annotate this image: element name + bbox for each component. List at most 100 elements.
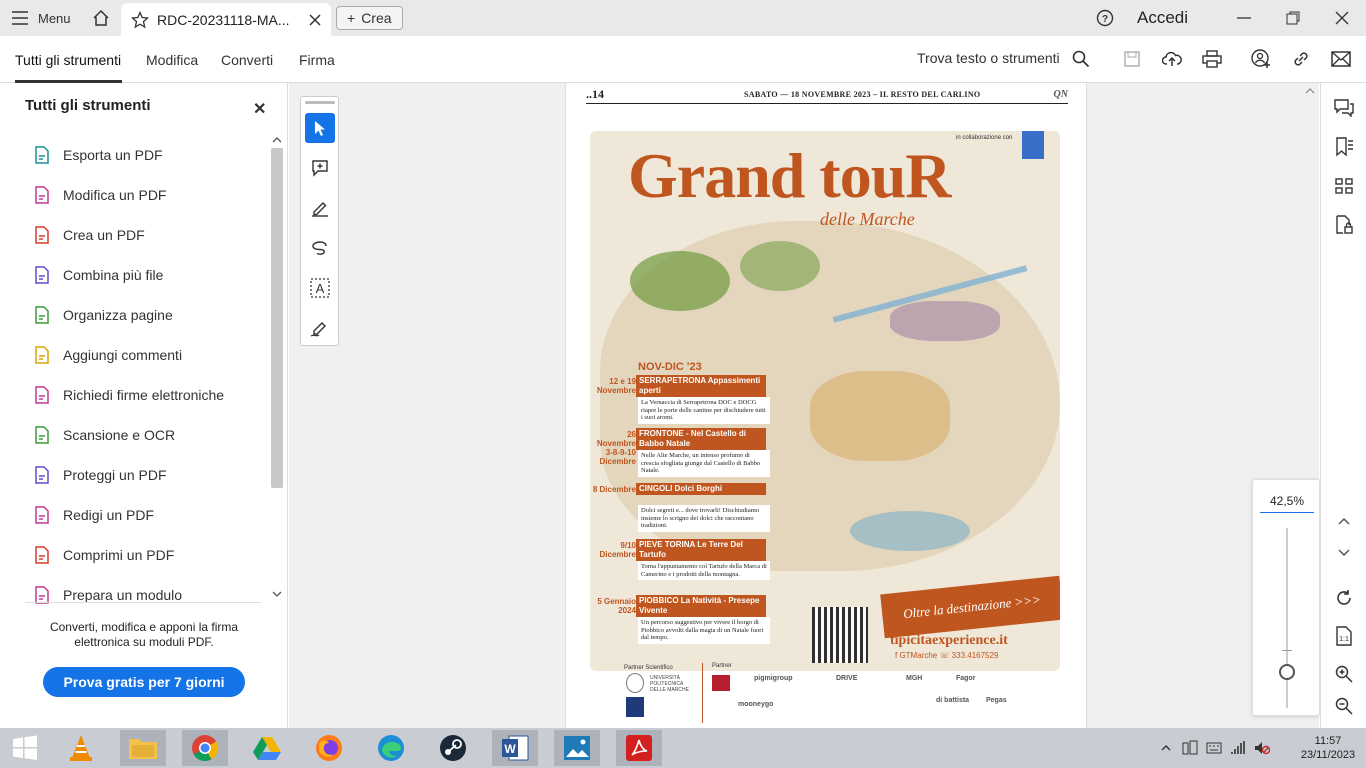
menu-button[interactable]: Menu — [0, 0, 83, 36]
acrobat-app[interactable] — [616, 730, 662, 766]
firefox-app[interactable] — [306, 730, 352, 766]
scrollbar-thumb[interactable] — [271, 148, 283, 488]
document-tab[interactable]: RDC-20231118-MA... — [121, 3, 331, 36]
tool-item[interactable]: Richiedi firme elettroniche — [25, 375, 265, 415]
star-icon[interactable] — [131, 10, 149, 29]
tab-convert[interactable]: Converti — [221, 52, 273, 68]
save-button[interactable] — [1121, 48, 1143, 70]
scroll-up-icon[interactable] — [1304, 86, 1316, 96]
link-icon — [1294, 52, 1308, 66]
zoom-slider-tick — [1282, 650, 1292, 651]
find-label[interactable]: Trova testo o strumenti — [917, 50, 1060, 66]
tool-item-label: Esporta un PDF — [63, 147, 163, 163]
add-user-icon — [1251, 49, 1270, 68]
thumbnails-panel-button[interactable] — [1333, 175, 1355, 197]
protect-pdf-icon — [33, 466, 51, 484]
scroll-up-icon[interactable] — [270, 135, 284, 145]
start-button[interactable] — [2, 730, 48, 766]
help-icon: ? — [1096, 9, 1114, 27]
tool-item[interactable]: Comprimi un PDF — [25, 535, 265, 575]
upload-button[interactable] — [1161, 48, 1183, 70]
help-button[interactable]: ? — [1096, 9, 1114, 32]
tray-volume-icon[interactable] — [1254, 740, 1270, 756]
partner-logo — [1022, 131, 1044, 159]
restore-button[interactable] — [1270, 0, 1316, 36]
file-lock-icon — [1336, 215, 1353, 234]
zoom-value[interactable]: 42,5% — [1260, 489, 1314, 513]
word-app[interactable]: W — [492, 730, 538, 766]
tab-edit[interactable]: Modifica — [146, 52, 198, 68]
minimize-button[interactable] — [1221, 0, 1267, 36]
close-tab-icon[interactable] — [309, 13, 321, 26]
email-button[interactable] — [1330, 48, 1352, 70]
event-date: 9/10 Dicembre — [599, 541, 636, 559]
tab-all-tools[interactable]: Tutti gli strumenti — [15, 52, 121, 68]
cursor-icon — [315, 121, 325, 136]
zoom-in-button[interactable] — [1333, 663, 1355, 685]
tool-item[interactable]: Modifica un PDF — [25, 175, 265, 215]
tray-expand-button[interactable] — [1158, 740, 1174, 756]
login-button[interactable]: Accedi — [1137, 8, 1188, 28]
sign-tool[interactable] — [305, 313, 335, 343]
file-explorer-app[interactable] — [120, 730, 166, 766]
share-button[interactable] — [1250, 48, 1272, 70]
tool-item[interactable]: Organizza pagine — [25, 295, 265, 335]
link-button[interactable] — [1290, 48, 1312, 70]
close-panel-button[interactable]: ✕ — [253, 99, 266, 119]
attachments-panel-button[interactable] — [1333, 214, 1355, 236]
free-trial-button[interactable]: Prova gratis per 7 giorni — [43, 667, 245, 697]
add-comment-tool[interactable] — [305, 153, 335, 183]
photos-app[interactable] — [554, 730, 600, 766]
tool-item-label: Proteggi un PDF — [63, 467, 167, 483]
comments-icon — [1334, 99, 1354, 117]
fit-page-button[interactable]: 1:1 — [1333, 625, 1355, 647]
taskbar-clock[interactable]: 11:57 23/11/2023 — [1300, 734, 1356, 762]
tool-item[interactable]: Aggiungi commenti — [25, 335, 265, 375]
page-header-text: SABATO — 18 NOVEMBRE 2023 – IL RESTO DEL… — [744, 90, 981, 99]
tool-item[interactable]: Redigi un PDF — [25, 495, 265, 535]
close-window-button[interactable] — [1319, 0, 1365, 36]
zoom-slider-knob[interactable] — [1279, 664, 1295, 680]
page-down-button[interactable] — [1333, 542, 1355, 564]
tray-device-icon[interactable] — [1182, 740, 1198, 756]
bookmarks-panel-button[interactable] — [1333, 136, 1355, 158]
zoom-slider-track[interactable] — [1286, 528, 1288, 708]
comments-panel-button[interactable] — [1333, 97, 1355, 119]
search-button[interactable] — [1070, 48, 1092, 70]
event-description: La Vernaccia di Serrapetrona DOC e DOCG … — [638, 397, 770, 424]
print-button[interactable] — [1201, 48, 1223, 70]
tray-network-icon[interactable] — [1230, 740, 1246, 756]
pen-icon — [312, 202, 328, 217]
vlc-app[interactable] — [58, 730, 104, 766]
google-drive-app[interactable] — [244, 730, 290, 766]
zoom-out-button[interactable] — [1333, 695, 1355, 717]
page-up-button[interactable] — [1333, 510, 1355, 532]
tab-sign[interactable]: Firma — [299, 52, 335, 68]
tool-item[interactable]: Prepara un modulo — [25, 575, 265, 605]
text-recognition-tool[interactable]: A — [305, 273, 335, 303]
select-tool[interactable] — [305, 113, 335, 143]
draw-tool[interactable] — [305, 233, 335, 263]
tool-item[interactable]: Esporta un PDF — [25, 135, 265, 175]
tool-item[interactable]: Scansione e OCR — [25, 415, 265, 455]
event-date: 8 Dicembre — [592, 485, 636, 494]
tool-item[interactable]: Combina più file — [25, 255, 265, 295]
home-icon — [93, 9, 109, 26]
tool-item-label: Combina più file — [63, 267, 164, 283]
menu-label: Menu — [38, 10, 71, 26]
tool-item[interactable]: Proteggi un PDF — [25, 455, 265, 495]
signature-pen-icon — [310, 322, 326, 337]
chrome-app[interactable] — [182, 730, 228, 766]
tray-keyboard-icon[interactable] — [1206, 740, 1222, 756]
clock-date: 23/11/2023 — [1300, 749, 1356, 761]
steam-app[interactable] — [430, 730, 476, 766]
edge-app[interactable] — [368, 730, 414, 766]
highlight-tool[interactable] — [305, 193, 335, 223]
home-button[interactable] — [83, 0, 119, 36]
tool-item[interactable]: Crea un PDF — [25, 215, 265, 255]
drag-handle[interactable] — [305, 101, 335, 104]
create-button[interactable]: + Crea — [336, 6, 403, 30]
rotate-button[interactable] — [1333, 587, 1355, 609]
scroll-down-icon[interactable] — [270, 589, 284, 599]
pdf-page[interactable]: ..14 SABATO — 18 NOVEMBRE 2023 – IL REST… — [565, 83, 1087, 728]
